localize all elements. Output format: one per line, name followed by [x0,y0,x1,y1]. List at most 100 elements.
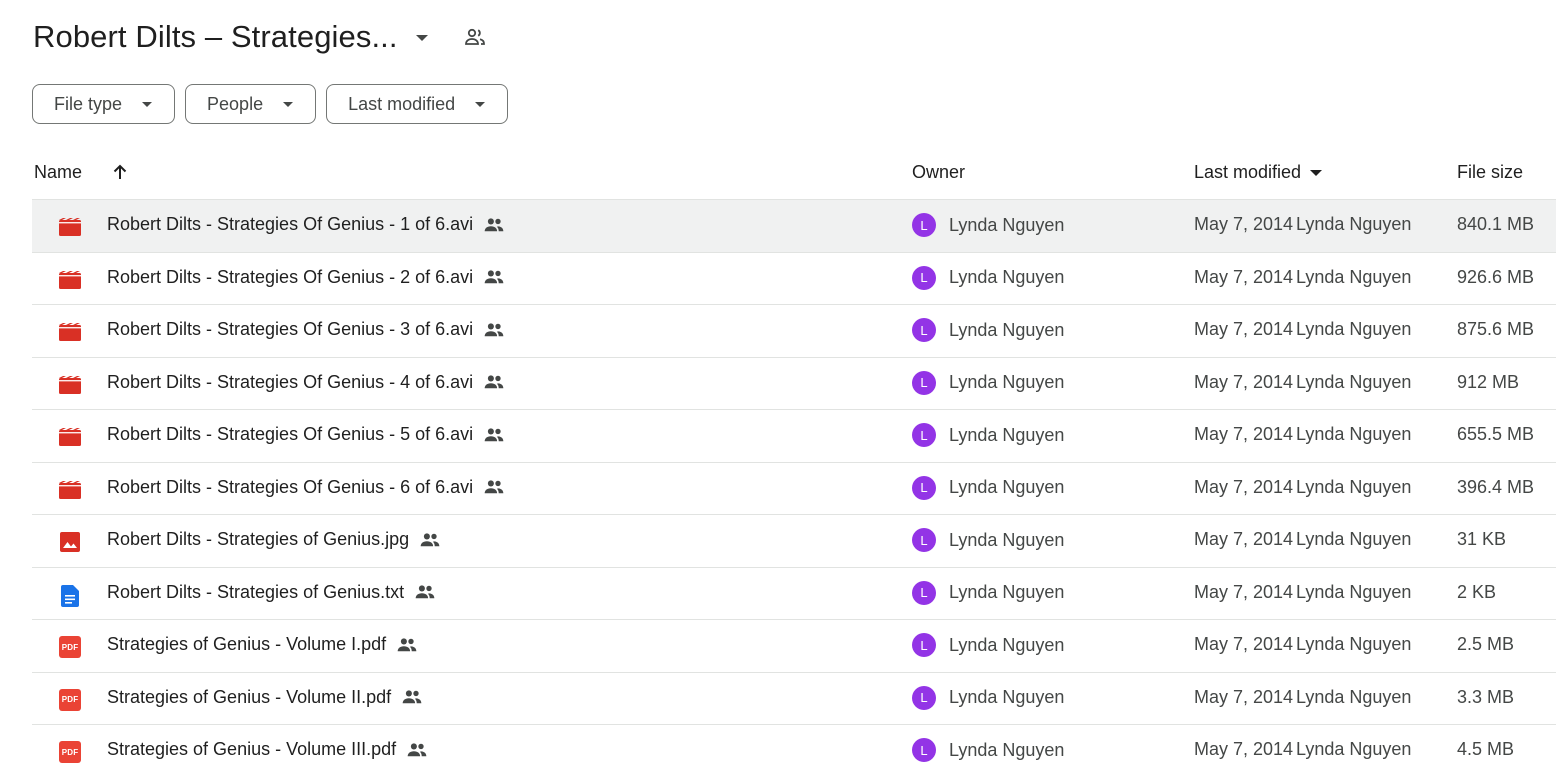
modified-by: Lynda Nguyen [1296,319,1412,339]
file-row[interactable]: Robert Dilts - Strategies Of Genius - 4 … [32,356,1556,410]
file-size: 840.1 MB [1457,214,1535,234]
file-name[interactable]: Robert Dilts - Strategies of Genius.jpg [107,529,441,550]
file-name[interactable]: Robert Dilts - Strategies Of Genius - 3 … [107,319,505,340]
owner-name: Lynda Nguyen [949,424,1065,445]
file-name-text: Robert Dilts - Strategies Of Genius - 3 … [107,319,474,339]
file-name-text: Robert Dilts - Strategies Of Genius - 6 … [107,476,474,497]
owner-cell: L Lynda Nguyen [912,528,1064,552]
shared-folder-icon[interactable] [462,24,488,50]
image-file-icon [58,532,82,552]
file-row[interactable]: Robert Dilts - Strategies of Genius.txt L… [32,566,1556,620]
modified-by: Lynda Nguyen [1296,634,1412,654]
people-filter[interactable]: People [185,84,317,124]
folder-menu-caret-icon[interactable] [415,35,428,41]
file-size: 31 KB [1457,529,1507,549]
file-size: 3.3 MB [1457,686,1515,707]
owner-name: Lynda Nguyen [949,214,1065,235]
file-name-text: Robert Dilts - Strategies of Genius.jpg [107,529,410,549]
owner-name: Lynda Nguyen [949,477,1065,497]
shared-people-icon [401,689,423,705]
file-row[interactable]: Robert Dilts - Strategies Of Genius - 1 … [32,199,1556,252]
video-file-icon [58,217,82,237]
folder-title[interactable]: Robert Dilts – Strategies... [33,19,398,55]
file-name-text: Robert Dilts - Strategies Of Genius - 4 … [107,371,474,392]
shared-people-icon [406,742,428,758]
file-row[interactable]: PDF Strategies of Genius - Volume III.pdf… [32,724,1556,777]
file-type-filter[interactable]: File type [32,84,176,124]
modified-date: May 7, 2014 [1194,634,1294,654]
modified-by: Lynda Nguyen [1296,424,1412,444]
owner-avatar[interactable]: L [912,738,936,762]
owner-avatar[interactable]: L [912,685,936,710]
owner-column-header[interactable]: Owner [912,156,965,188]
video-file-icon [58,322,82,342]
modified-by: Lynda Nguyen [1296,266,1412,287]
owner-name: Lynda Nguyen [949,739,1065,760]
last-modified-column-label: Last modified [1194,161,1302,182]
file-row[interactable]: Robert Dilts - Strategies Of Genius - 5 … [32,409,1556,462]
file-size-column-header[interactable]: File size [1457,156,1523,188]
owner-avatar[interactable]: L [912,580,936,605]
shared-people-icon [396,637,418,653]
sort-ascending-arrow-icon[interactable] [110,162,130,182]
modified-by: Lynda Nguyen [1296,529,1412,549]
file-name[interactable]: Strategies of Genius - Volume I.pdf [107,634,418,655]
owner-avatar[interactable]: L [912,475,936,500]
owner-avatar[interactable]: L [912,423,936,447]
modified-date: May 7, 2014 [1194,424,1294,444]
file-size: 2 KB [1457,581,1497,602]
file-size-column-label: File size [1457,161,1524,182]
file-row[interactable]: Robert Dilts - Strategies of Genius.jpg L… [32,514,1556,567]
video-file-icon [58,375,82,395]
owner-avatar[interactable]: L [912,265,936,290]
chevron-down-icon [142,101,153,107]
name-column-header[interactable]: Name [34,156,130,188]
owner-avatar[interactable]: L [912,633,936,657]
owner-name: Lynda Nguyen [949,687,1065,707]
last-modified-column-header[interactable]: Last modified [1194,156,1323,188]
last-modified-filter[interactable]: Last modified [326,84,509,124]
pdf-file-icon: PDF [59,741,81,763]
file-name-text: Strategies of Genius - Volume II.pdf [107,686,392,707]
modified-by: Lynda Nguyen [1296,476,1412,497]
file-size: 396.4 MB [1457,476,1535,497]
file-name[interactable]: Strategies of Genius - Volume II.pdf [107,687,423,708]
owner-avatar[interactable]: L [912,318,936,342]
file-size: 4.5 MB [1457,739,1515,759]
last-modified-filter-label: Last modified [348,93,456,114]
file-name[interactable]: Robert Dilts - Strategies Of Genius - 2 … [107,267,505,288]
owner-cell: L Lynda Nguyen [912,265,1064,290]
owner-avatar[interactable]: L [912,528,936,552]
file-row[interactable]: Robert Dilts - Strategies Of Genius - 3 … [32,304,1556,357]
shared-people-icon [483,374,505,390]
text-document-icon [58,584,82,607]
file-name[interactable]: Robert Dilts - Strategies Of Genius - 6 … [107,477,505,498]
file-row[interactable]: Robert Dilts - Strategies Of Genius - 6 … [32,461,1556,515]
modified-date: May 7, 2014 [1194,686,1294,707]
file-row[interactable]: Robert Dilts - Strategies Of Genius - 2 … [32,251,1556,305]
shared-people-icon [483,427,505,443]
file-name[interactable]: Robert Dilts - Strategies Of Genius - 4 … [107,372,505,393]
shared-people-icon [483,322,505,338]
file-name-text: Strategies of Genius - Volume I.pdf [107,634,387,654]
video-file-icon [58,270,82,290]
owner-column-label: Owner [912,161,966,182]
file-size: 2.5 MB [1457,634,1515,654]
modified-date: May 7, 2014 [1194,214,1294,234]
owner-avatar[interactable]: L [912,213,936,237]
file-size: 926.6 MB [1457,266,1535,287]
file-row[interactable]: PDF Strategies of Genius - Volume I.pdf L L… [32,619,1556,672]
file-name[interactable]: Strategies of Genius - Volume III.pdf [107,739,428,760]
modified-date: May 7, 2014 [1194,476,1294,497]
owner-cell: L Lynda Nguyen [912,475,1065,500]
shared-people-icon [483,479,505,495]
file-name[interactable]: Robert Dilts - Strategies of Genius.txt [107,582,436,603]
file-name[interactable]: Robert Dilts - Strategies Of Genius - 5 … [107,424,505,445]
file-list: Robert Dilts - Strategies Of Genius - 1 … [32,199,1556,777]
file-row[interactable]: PDF Strategies of Genius - Volume II.pdf L… [32,671,1556,725]
filter-bar: File type People Last modified [32,84,509,124]
owner-name: Lynda Nguyen [949,634,1065,655]
owner-avatar[interactable]: L [912,370,936,395]
pdf-file-icon: PDF [59,636,81,658]
file-name[interactable]: Robert Dilts - Strategies Of Genius - 1 … [107,214,505,235]
